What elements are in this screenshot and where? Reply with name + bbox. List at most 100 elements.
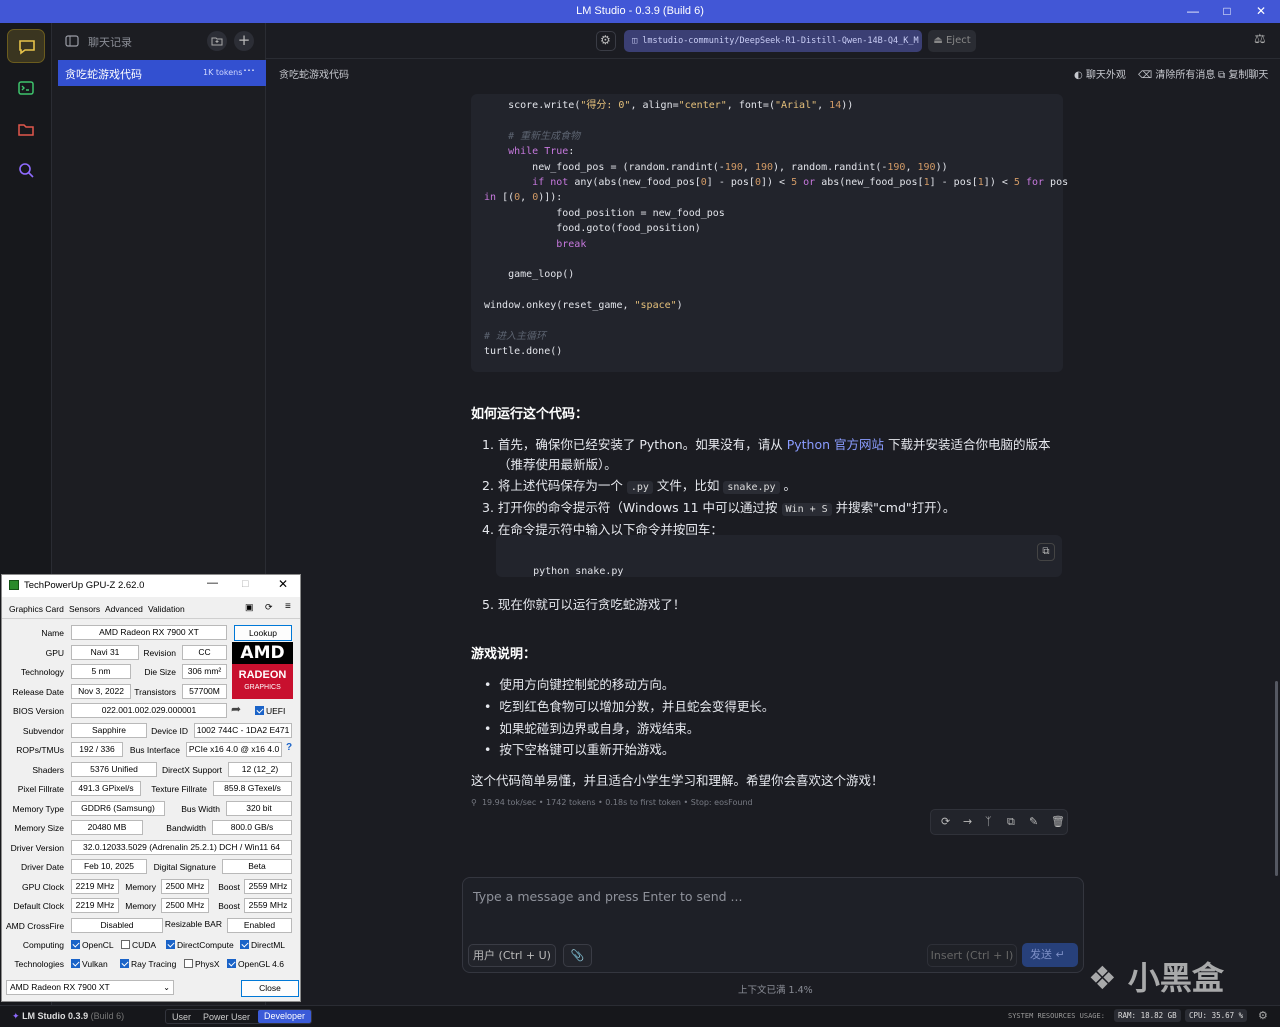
palette-icon: ◐ — [1074, 70, 1083, 81]
code-token: # 重新生成食物 — [508, 130, 581, 142]
checkbox-checked-icon — [227, 959, 236, 968]
camera-icon[interactable]: ▣ — [245, 602, 254, 613]
maximize-button[interactable]: □ — [1217, 3, 1237, 19]
menu-icon[interactable]: ≡ — [285, 601, 291, 612]
label-boost: Boost — [218, 901, 240, 911]
value-technology: 5 nm — [71, 664, 131, 679]
sidebar-toggle-icon[interactable] — [65, 34, 79, 48]
delete-icon[interactable]: 🗑 — [1051, 815, 1065, 828]
more-options-icon[interactable]: ⋯ — [243, 63, 255, 77]
close-button[interactable]: ✕ — [1251, 3, 1271, 19]
models-nav-button[interactable] — [7, 112, 45, 146]
eject-button[interactable]: ⏏ Eject — [928, 30, 976, 52]
step-2: 2. 将上述代码保存为一个 .py 文件，比如 snake.py 。 — [482, 475, 796, 494]
label-crossfire: AMD CrossFire — [6, 921, 65, 931]
code-line: score.write("得分: 0", align="center", fon… — [484, 98, 1050, 113]
flask-icon[interactable]: ⚖ — [1254, 32, 1266, 47]
mode-power-user[interactable]: Power User — [203, 1012, 250, 1022]
copy-code-button[interactable]: ⧉ — [1037, 543, 1055, 561]
appearance-button[interactable]: ◐ 聊天外观 — [1074, 66, 1126, 81]
value-subvendor: Sapphire — [71, 723, 147, 738]
check-label: DirectCompute — [177, 940, 234, 950]
model-selector[interactable]: ◫ lmstudio-community/DeepSeek-R1-Distill… — [624, 30, 922, 52]
code-token: , — [905, 161, 918, 173]
tab-graphics-card[interactable]: Graphics Card — [9, 604, 64, 614]
value-memory-type: GDDR6 (Samsung) — [71, 801, 165, 816]
python-link[interactable]: Python 官方网站 — [787, 437, 884, 452]
title-bar: LM Studio - 0.3.9 (Build 6) — □ ✕ — [0, 0, 1280, 23]
gpuz-close-button[interactable]: ✕ — [278, 577, 288, 591]
label-driver-version: Driver Version — [10, 843, 64, 853]
check-label: PhysX — [195, 959, 220, 969]
lookup-button[interactable]: Lookup — [234, 625, 292, 641]
code-line: game_loop() — [484, 267, 1050, 282]
edit-icon[interactable]: ✎ — [1029, 815, 1038, 828]
step-1: 1. 首先，确保你已经安装了 Python。如果没有，请从 Python 官方网… — [482, 434, 1050, 453]
gpuz-minimize-button[interactable]: — — [207, 577, 218, 589]
gear-icon[interactable]: ⚙ — [1258, 1009, 1268, 1022]
code-line: # 进入主循环 — [484, 329, 1050, 344]
mode-developer[interactable]: Developer — [258, 1010, 311, 1023]
guide-item: • 使用方向键控制蛇的移动方向。 — [484, 677, 675, 692]
minimize-button[interactable]: — — [1183, 3, 1203, 19]
copy-chat-button[interactable]: ⧉ 复制聊天 — [1218, 66, 1268, 81]
uefi-label: UEFI — [266, 706, 286, 716]
code-token: ]) < — [760, 176, 792, 188]
role-button[interactable]: 用户 (Ctrl + U) — [468, 944, 556, 967]
label-gpu-clock: GPU Clock — [21, 882, 64, 892]
cpu-usage: CPU: 35.67 % — [1185, 1009, 1248, 1022]
chevron-down-icon: ⌄ — [163, 983, 170, 992]
code-token: or — [797, 176, 816, 188]
guide-item: • 按下空格键可以重新开始游戏。 — [484, 742, 675, 757]
send-label: 发送 — [1030, 948, 1052, 961]
code-line: turtle.done() — [484, 344, 1050, 359]
search-nav-button[interactable] — [7, 153, 45, 187]
value-transistors: 57700M — [182, 684, 227, 699]
step-2-text-c: 。 — [779, 478, 797, 493]
tab-sensors[interactable]: Sensors — [69, 604, 100, 614]
gpuz-close-dialog-button[interactable]: Close — [241, 980, 299, 997]
tab-validation[interactable]: Validation — [148, 604, 185, 614]
check-label: Ray Tracing — [131, 959, 177, 969]
chat-list-item[interactable]: 贪吃蛇游戏代码 1K tokens ⋯ — [58, 60, 266, 86]
chat-item-tokens: 1K tokens — [203, 68, 243, 77]
help-icon[interactable]: ? — [286, 742, 292, 753]
gpuz-maximize-button[interactable]: □ — [242, 578, 249, 590]
step-3: 3. 打开你的命令提示符（Windows 11 中可以通过按 Win + S 并… — [482, 497, 955, 516]
logo-amd: AMD — [240, 643, 285, 663]
chat-nav-button[interactable] — [7, 29, 45, 63]
attach-button[interactable]: 📎 — [563, 944, 592, 967]
new-chat-button[interactable]: + — [234, 31, 254, 51]
code-token: : — [568, 146, 575, 158]
value-digital-signature: Beta — [222, 859, 292, 874]
developer-nav-button[interactable] — [7, 71, 45, 105]
code-token: # 进入主循环 — [484, 330, 547, 342]
resources-label: SYSTEM RESOURCES USAGE: — [1008, 1012, 1105, 1020]
send-button[interactable]: 发送 ↵ — [1022, 943, 1078, 967]
message-input[interactable]: Type a message and press Enter to send .… — [473, 889, 742, 904]
insert-button[interactable]: Insert (Ctrl + I) — [927, 944, 1017, 967]
new-folder-button[interactable] — [207, 31, 227, 51]
sidebar-header: 聊天记录 + — [52, 23, 266, 59]
gpu-select[interactable]: AMD Radeon RX 7900 XT ⌄ — [6, 980, 174, 995]
scrollbar[interactable] — [1275, 681, 1278, 876]
branch-icon[interactable]: ᛉ — [985, 815, 992, 828]
copy-message-icon[interactable]: ⧉ — [1007, 815, 1015, 829]
mode-user[interactable]: User — [172, 1012, 191, 1022]
label-rops: ROPs/TMUs — [16, 745, 64, 755]
mode-switcher: User Power User Developer — [165, 1009, 312, 1024]
value-driver-version: 32.0.12033.5029 (Adrenalin 25.2.1) DCH /… — [71, 840, 292, 855]
code-token: break — [556, 238, 587, 250]
tab-advanced[interactable]: Advanced — [105, 604, 143, 614]
stats-text: 19.94 tok/sec • 1742 tokens • 0.18s to f… — [481, 798, 753, 807]
plus-icon: + — [237, 31, 251, 49]
clear-messages-button[interactable]: ⌫ 清除所有消息 — [1138, 66, 1215, 81]
continue-icon[interactable]: → — [963, 815, 972, 828]
code-token: for — [1019, 176, 1045, 188]
share-icon[interactable]: ➦ — [231, 702, 241, 716]
refresh-icon[interactable]: ⟳ — [265, 602, 273, 613]
value-boost-clock: 2559 MHz — [244, 879, 292, 894]
regenerate-icon[interactable]: ⟳ — [941, 815, 950, 828]
settings-button[interactable]: ⚙ — [596, 31, 616, 51]
